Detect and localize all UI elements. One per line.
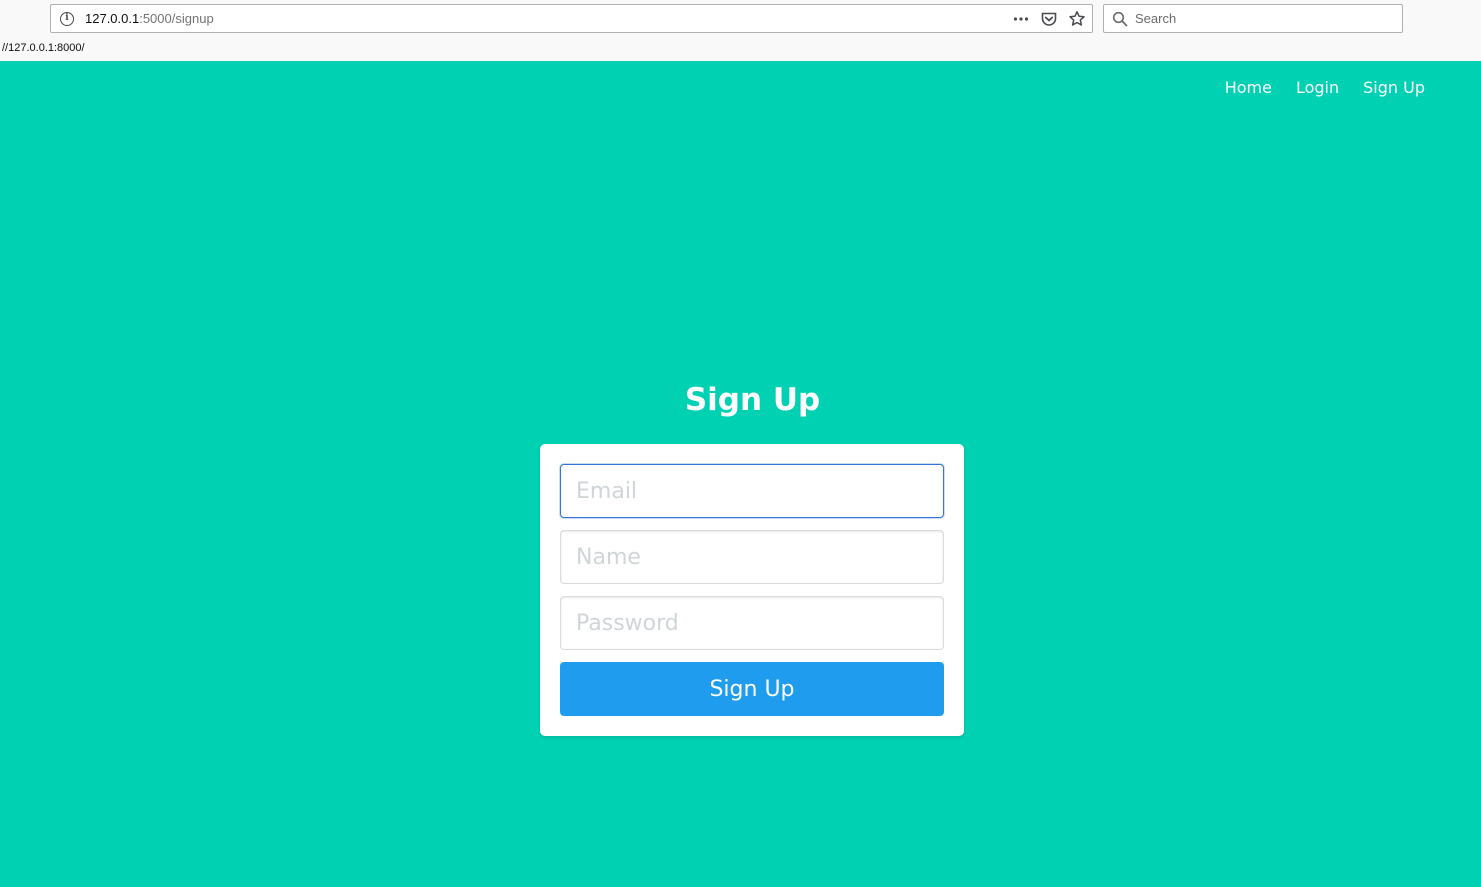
info-icon[interactable]: i <box>60 11 74 26</box>
nav-home-link[interactable]: Home <box>1225 78 1272 97</box>
signup-submit-button[interactable]: Sign Up <box>560 662 944 716</box>
search-placeholder: Search <box>1135 11 1177 26</box>
bookmark-star-icon[interactable] <box>1068 10 1086 28</box>
address-text[interactable]: 127.0.0.1:5000/signup <box>85 11 214 26</box>
password-input[interactable] <box>560 596 944 650</box>
top-nav: Home Login Sign Up <box>1225 78 1425 97</box>
nav-login-link[interactable]: Login <box>1296 78 1339 97</box>
link-status-url: //127.0.0.1:8000/ <box>0 40 1481 61</box>
browser-search-bar[interactable]: Search <box>1103 4 1403 33</box>
more-icon[interactable] <box>1012 10 1030 28</box>
page-title: Sign Up <box>684 382 821 418</box>
signup-form-card: Sign Up <box>540 444 964 736</box>
address-bar[interactable]: i 127.0.0.1:5000/signup <box>50 4 1093 33</box>
url-path: :5000/signup <box>139 11 214 26</box>
pocket-icon[interactable] <box>1040 10 1058 28</box>
address-actions <box>1012 8 1086 30</box>
browser-toolbar: i 127.0.0.1:5000/signup Search <box>0 0 1481 40</box>
page-background: Home Login Sign Up Sign Up Sign Up <box>0 61 1481 887</box>
search-icon <box>1112 11 1128 27</box>
name-input[interactable] <box>560 530 944 584</box>
nav-signup-link[interactable]: Sign Up <box>1363 78 1425 97</box>
email-input[interactable] <box>560 464 944 518</box>
url-host: 127.0.0.1 <box>85 11 140 26</box>
